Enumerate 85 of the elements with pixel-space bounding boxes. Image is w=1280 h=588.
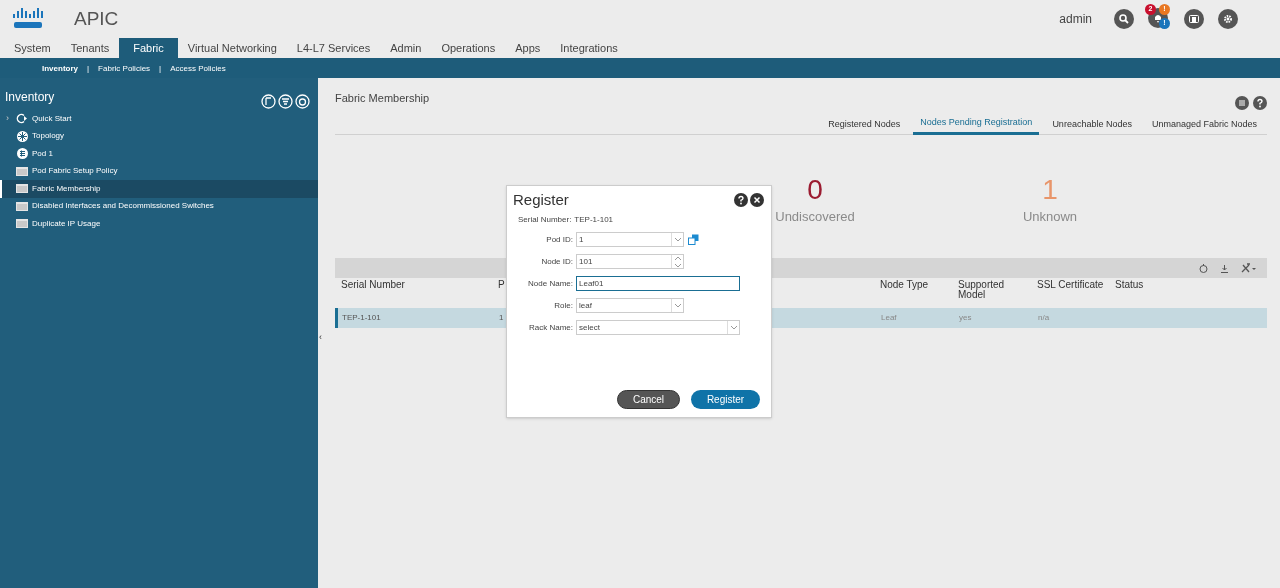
- table-cell-text: 1: [498, 312, 505, 324]
- search-button[interactable]: [1114, 9, 1134, 29]
- settings-button[interactable]: [1218, 9, 1238, 29]
- sub-nav-link[interactable]: Access Policies: [170, 63, 226, 75]
- column-header[interactable]: Status: [1109, 280, 1267, 290]
- stat-value: 1: [1042, 175, 1058, 205]
- input-field[interactable]: Leaf01: [576, 276, 740, 291]
- nav-tab[interactable]: Operations: [431, 38, 506, 58]
- nav-tab[interactable]: Admin: [380, 38, 432, 58]
- collapse-handle[interactable]: ‹: [319, 331, 322, 345]
- folder-icon: [16, 166, 28, 176]
- app-title: APIC: [74, 6, 119, 31]
- cisco-logo: [12, 8, 44, 30]
- help-icon[interactable]: [734, 193, 748, 208]
- table-cell-text: yes: [958, 312, 973, 324]
- column-header[interactable]: Serial Number: [335, 280, 492, 290]
- display-button[interactable]: [1184, 9, 1204, 29]
- dialog-title: Register: [513, 190, 569, 210]
- column-header[interactable]: Supported Model: [952, 280, 1004, 300]
- stat-label: Undiscovered: [775, 208, 855, 226]
- view-tab[interactable]: Unreachable Nodes: [1045, 114, 1139, 135]
- chevron-down-icon: [730, 325, 737, 330]
- table-cell-text: Leaf: [880, 312, 898, 324]
- play-circle-icon: [16, 113, 28, 125]
- folder-icon: [16, 184, 28, 194]
- sidebar-title: Inventory: [5, 88, 55, 106]
- cancel-button[interactable]: Cancel: [617, 390, 680, 409]
- view-tab[interactable]: Unmanaged Fabric Nodes: [1144, 114, 1264, 135]
- sidebar-item[interactable]: Pod 1: [0, 145, 318, 163]
- chevron-down-icon: [674, 303, 681, 308]
- field-label: Node ID:: [540, 255, 574, 268]
- refresh-icon[interactable]: [1199, 263, 1208, 273]
- sidebar-item[interactable]: Fabric Membership: [0, 180, 318, 198]
- input-field[interactable]: 101: [576, 254, 684, 269]
- search-icon: [1119, 14, 1129, 24]
- serial-label: Serial Number:: [518, 213, 572, 226]
- nav-tab[interactable]: Fabric: [119, 38, 178, 58]
- column-header[interactable]: SSL Certificate: [1031, 280, 1109, 290]
- dropdown[interactable]: select: [576, 320, 740, 335]
- field-label: Node Name:: [527, 277, 574, 290]
- stat-value: 0: [807, 175, 823, 205]
- sidebar-item[interactable]: › Quick Start: [0, 110, 318, 128]
- close-icon[interactable]: [750, 193, 764, 208]
- expand-caret[interactable]: ›: [6, 112, 9, 126]
- sub-nav-link[interactable]: Fabric Policies: [98, 63, 151, 75]
- stat-label: Unknown: [1022, 208, 1078, 226]
- chevron-down-icon: [674, 237, 681, 242]
- view-tab[interactable]: Nodes Pending Registration: [913, 114, 1040, 135]
- nav-tab[interactable]: L4-L7 Services: [286, 38, 381, 58]
- user-name[interactable]: admin: [1059, 10, 1092, 28]
- nav-tab[interactable]: System: [4, 38, 61, 58]
- nav-tab[interactable]: Tenants: [60, 38, 120, 58]
- flag-icon[interactable]: [261, 94, 276, 109]
- topology-icon: [16, 130, 28, 142]
- monitor-icon: [1189, 14, 1199, 24]
- field-label: Pod ID:: [545, 233, 574, 246]
- sidebar-item[interactable]: Pod Fabric Setup Policy: [0, 162, 318, 180]
- view-tab[interactable]: Registered Nodes: [821, 114, 908, 135]
- sidebar-item[interactable]: Duplicate IP Usage: [0, 215, 318, 233]
- sub-nav-link[interactable]: Inventory: [42, 63, 78, 75]
- page-title: Fabric Membership: [335, 91, 430, 106]
- copy-icon[interactable]: [688, 234, 699, 245]
- table-cell-text: TEP-1-101: [341, 312, 382, 324]
- register-button[interactable]: Register: [691, 390, 760, 409]
- spinner-arrows-icon[interactable]: [674, 256, 681, 267]
- dropdown[interactable]: leaf: [576, 298, 684, 313]
- sidebar-item[interactable]: Topology: [0, 127, 318, 145]
- folder-icon: [16, 201, 28, 211]
- pod-icon: [16, 148, 28, 160]
- bell-icon: [1153, 13, 1163, 23]
- sidebar-item[interactable]: Disabled Interfaces and Decommissioned Switches: [0, 197, 318, 215]
- settings-icon: [1223, 14, 1233, 24]
- table-cell-text: n/a: [1037, 312, 1051, 324]
- serial-value: TEP-1-101: [574, 213, 614, 226]
- nav-tab[interactable]: Integrations: [550, 38, 628, 58]
- dropdown[interactable]: 1: [576, 232, 684, 247]
- column-header[interactable]: Node Type: [874, 280, 952, 290]
- nav-tab[interactable]: Virtual Networking: [177, 38, 287, 58]
- folder-icon: [16, 219, 28, 229]
- nav-tab[interactable]: Apps: [505, 38, 551, 58]
- separator: |: [159, 63, 162, 75]
- help-icon[interactable]: [1253, 96, 1267, 110]
- download-icon[interactable]: [1220, 263, 1229, 273]
- tools-icon[interactable]: [1241, 263, 1257, 273]
- separator: |: [87, 63, 90, 75]
